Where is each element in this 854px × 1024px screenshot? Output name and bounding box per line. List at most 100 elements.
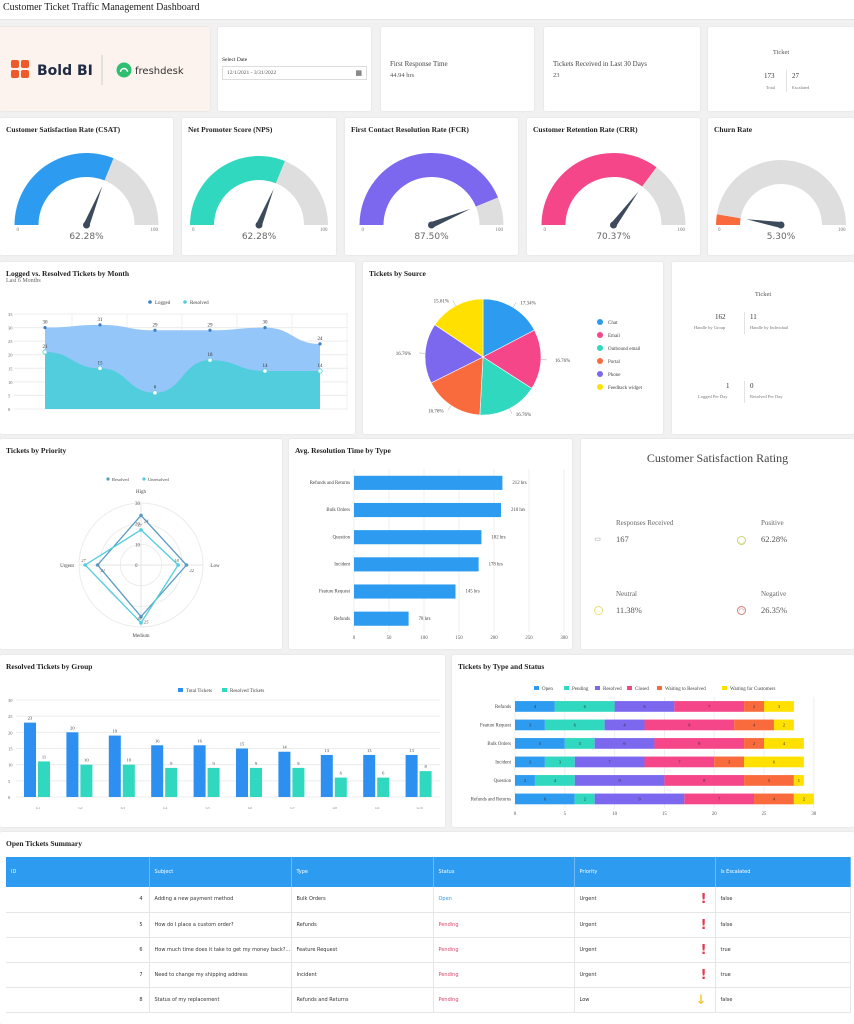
gauge-max-label: 100 (151, 228, 159, 233)
table-row[interactable]: 7 Need to change my shipping address Incid… (6, 962, 851, 988)
open-tickets-card: Open Tickets Summary ID Subject Type Sta… (0, 832, 854, 1024)
pie-data-label: 16.76% (555, 359, 570, 364)
table-row[interactable]: 4 Adding a new payment method Bulk Orders O… (6, 887, 851, 913)
x-tick-label: G6 (248, 806, 253, 810)
arrow-down-icon: ↓ (695, 992, 707, 1008)
radar-data-label: 18 (174, 558, 179, 563)
y-tick-label: 0 (8, 407, 11, 412)
cell-escalated: false (715, 987, 851, 1013)
pie-label-connector (452, 300, 456, 306)
legend-label: Resolved (603, 687, 622, 692)
x-tick-label: G10 (417, 806, 423, 810)
bar (354, 557, 479, 572)
bar (363, 754, 376, 797)
column-header-type[interactable]: Type (291, 857, 434, 887)
column-header-priority[interactable]: Priority (574, 857, 716, 887)
radar-point (83, 563, 87, 567)
radar-point (139, 621, 143, 625)
column-header-status[interactable]: Status (433, 857, 575, 887)
gauge-needle (83, 186, 103, 227)
segment-value-label: 2 (783, 723, 785, 728)
bar-value-label: 13 (409, 748, 414, 753)
gauge-min-label: 0 (192, 228, 195, 233)
cell-status: Pending (433, 987, 575, 1013)
legend-marker (595, 686, 600, 690)
y-tick-label: 15 (8, 747, 13, 752)
neutral-face-icon: – (594, 606, 603, 615)
legend-marker (627, 686, 632, 690)
bar (80, 764, 93, 797)
x-tick-label: 15 (662, 812, 667, 817)
date-filter-label: Select Date (222, 57, 248, 63)
category-label: Bulk Orders (326, 508, 350, 513)
segment-value-label: 2 (753, 704, 755, 709)
radar-point (139, 528, 143, 532)
gauge-needle (256, 188, 274, 227)
radar-data-label: 22 (189, 568, 194, 573)
gauge-needle-hub (83, 221, 90, 229)
x-tick-label: 10 (612, 812, 617, 817)
legend-label: Chat (608, 321, 618, 326)
segment-value-label: 2 (803, 797, 805, 802)
legend-marker (597, 345, 603, 351)
legend-label: Open (542, 687, 553, 692)
segment-value-label: 1 (798, 778, 800, 783)
pie-data-label: 17.34% (520, 301, 535, 306)
x-tick-label: G9 (375, 806, 380, 810)
gauge-needle-hub (255, 221, 263, 229)
category-label: Question (494, 779, 512, 784)
dashboard-title: Customer Ticket Traffic Management Dashb… (3, 2, 200, 13)
bar-value-label: 145 hrs (466, 590, 480, 595)
cell-type-text: Refunds (296, 921, 317, 928)
cell-subject-text: Adding a new payment method (154, 896, 234, 903)
legend-label: Outbound email (608, 347, 641, 352)
column-header-subject[interactable]: Subject (149, 857, 292, 887)
data-point (208, 328, 212, 332)
cell-priority-text: Urgent (579, 946, 597, 953)
bar-value-label: 210 hrs (511, 508, 525, 513)
logged-per-day-value: 1 (726, 382, 730, 390)
avg-resolution-card: Avg. Resolution Time by Type 0 50 100 150 20… (289, 439, 572, 649)
cell-id: 6 (6, 937, 150, 963)
data-label: 21 (43, 345, 49, 350)
divider (786, 70, 787, 92)
x-tick-label: 0 (353, 636, 356, 641)
gauge-value-label: 5.30% (767, 232, 796, 242)
bar (278, 751, 291, 797)
table-row[interactable]: 6 How much time does it take to get my mo… (6, 937, 851, 963)
exclamation-icon: ! (700, 967, 707, 983)
gauge-value-label: 70.37% (596, 232, 631, 242)
cell-priority: Urgent! (574, 887, 716, 913)
cell-id: 7 (6, 962, 150, 988)
bar-value-label: 16 (197, 738, 202, 743)
column-header-escalated[interactable]: Is Escalated (715, 857, 851, 887)
cell-subject: How do I place a custom order? (149, 912, 292, 938)
gauge-needle-hub (610, 221, 617, 229)
bar (354, 502, 501, 518)
ticket-summary-card: Ticket 173 Total 27 Escalated (708, 27, 854, 111)
gauge-value-arc (14, 153, 114, 225)
cell-escalated-text: true (720, 971, 731, 978)
pie-data-label: 16.76% (516, 413, 531, 418)
bar-value-label: 6 (382, 771, 385, 776)
bar-value-label: 78 hrs (419, 617, 431, 622)
bar (320, 754, 333, 797)
legend-label: Resolved (112, 477, 129, 482)
date-range-picker[interactable]: 12/1/2021 - 3/31/2022 ▦ (222, 66, 367, 80)
table-row[interactable]: 8 Status of my replacement Refunds and Ret… (6, 987, 851, 1013)
legend-label: Pending (572, 687, 589, 692)
cell-status: Pending (433, 912, 575, 938)
calendar-icon[interactable]: ▦ (355, 69, 362, 77)
cell-subject: How much time does it take to get my mon… (149, 937, 292, 963)
divider (744, 381, 745, 403)
gauge-min-label: 0 (718, 228, 721, 233)
table-row[interactable]: 5 How do I place a custom order? Refunds Pe… (6, 912, 851, 938)
column-header-id[interactable]: ID (6, 857, 150, 887)
table-header-row: ID Subject Type Status Priority Is Escal… (6, 857, 851, 887)
radar-point (176, 563, 180, 567)
data-label: 24 (318, 337, 324, 342)
legend-label: Unresolved (148, 477, 169, 482)
x-tick-label: 300 (560, 636, 568, 641)
cell-priority-text: Low (579, 996, 590, 1003)
total-label: Total (766, 85, 776, 90)
